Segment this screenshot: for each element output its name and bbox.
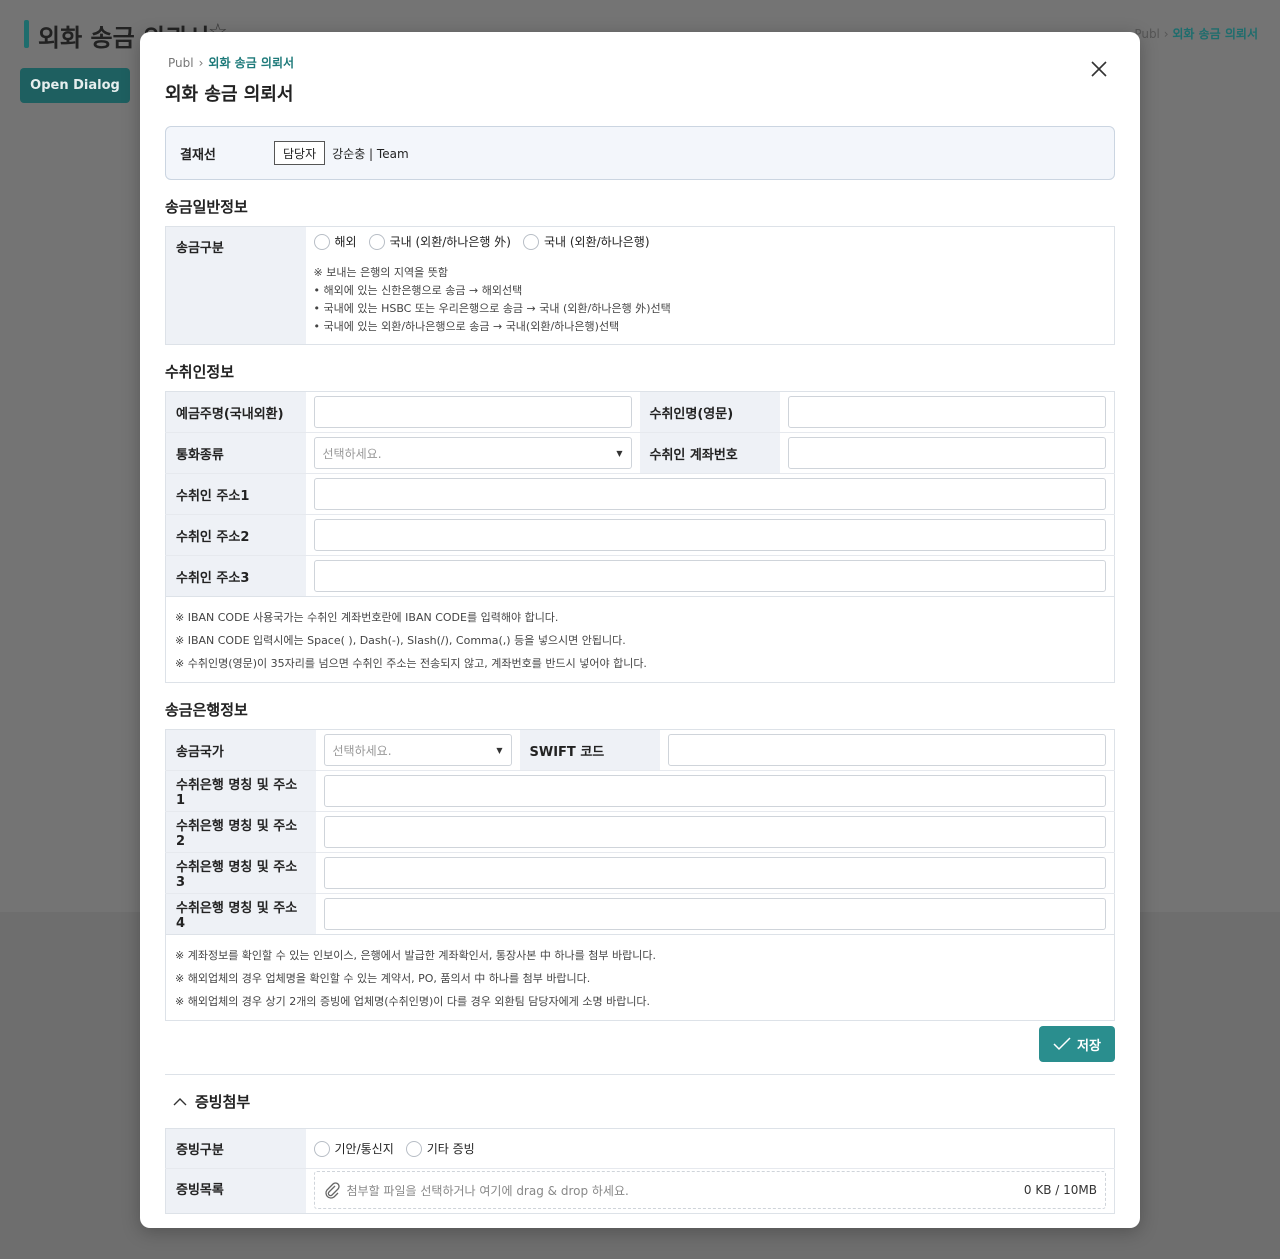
approver-name: 강순충 | Team [332, 146, 409, 161]
address2-label: 수취인 주소2 [165, 514, 306, 556]
dialog-title: 외화 송금 의뢰서 [165, 84, 294, 105]
radio-label: 해외 [334, 235, 357, 249]
depositor-label: 예금주명(국내외환) [165, 391, 306, 433]
bank-notes: ※ 계좌정보를 확인할 수 있는 인보이스, 은행에서 발급한 계좌확인서, 통… [165, 935, 1115, 1021]
address1-input[interactable] [313, 478, 1106, 510]
open-dialog-button[interactable]: Open Dialog [20, 68, 130, 103]
bank1-input[interactable] [323, 775, 1106, 807]
bank2-input[interactable] [323, 816, 1106, 848]
title-accent-bar [24, 20, 29, 48]
remittance-dialog: Publ › 외화 송금 의뢰서 외화 송금 의뢰서 결재선 담당자 강순충 | T… [140, 32, 1140, 1228]
note-line: ※ 해외업체의 경우 상기 2개의 증빙에 업체명(수취인명)이 다를 경우 외… [175, 995, 651, 1008]
general-info-table: 송금구분 해외 국내 (외환/하나은행 外) 국내 (외환/하나은행) ※ 보내… [165, 226, 1115, 345]
section-title-attachments: 증빙첨부 [195, 1093, 251, 1111]
recipient-notes: ※ IBAN CODE 사용국가는 수취인 계좌번호란에 IBAN CODE를 … [165, 597, 1115, 683]
check-icon [1053, 1037, 1071, 1051]
currency-select[interactable]: 선택하세요. ▼ [313, 437, 632, 469]
radio-label: 국내 (외환/하나은행 外) [389, 235, 511, 249]
radio-label: 기타 증빙 [426, 1142, 475, 1156]
note-line: • 해외에 있는 신한은행으로 송금 → 해외선택 [313, 284, 523, 297]
note-line: ※ IBAN CODE 사용국가는 수취인 계좌번호란에 IBAN CODE를 … [175, 611, 559, 624]
country-select[interactable]: 선택하세요. ▼ [323, 734, 512, 766]
address3-input[interactable] [313, 560, 1106, 592]
dropzone-hint: 첨부할 파일을 선택하거나 여기에 drag & drop 하세요. [346, 1183, 629, 1198]
note-line: ※ IBAN CODE 입력시에는 Space( ), Dash(-), Sla… [175, 634, 626, 647]
bank3-label: 수취은행 명칭 및 주소3 [165, 852, 316, 894]
address3-label: 수취인 주소3 [165, 555, 306, 597]
note-line: ※ 보내는 은행의 지역을 뜻함 [313, 266, 449, 279]
radio-circle[interactable] [522, 233, 539, 250]
approval-line-box: 결재선 담당자 강순충 | Team [165, 126, 1115, 180]
radio-other-proof[interactable]: 기타 증빙 [405, 1140, 475, 1157]
dialog-breadcrumb: Publ › 외화 송금 의뢰서 [168, 54, 294, 71]
section-title-general: 송금일반정보 [165, 198, 248, 216]
radio-label: 국내 (외환/하나은행) [543, 235, 650, 249]
remit-type-notes: ※ 보내는 은행의 지역을 뜻함 • 해외에 있는 신한은행으로 송금 → 해외… [314, 264, 1107, 336]
approval-line-label: 결재선 [180, 147, 216, 163]
radio-label: 기안/통신지 [334, 1142, 394, 1156]
bank-info-table: 송금국가 선택하세요. ▼ SWIFT 코드 수취은행 명칭 및 주소1 수취은… [165, 729, 1115, 935]
section-title-bank: 송금은행정보 [165, 701, 248, 719]
attachment-type-label: 증빙구분 [165, 1128, 306, 1169]
currency-select-placeholder: 선택하세요. [322, 446, 382, 461]
breadcrumb-chevron-icon: › [198, 56, 204, 70]
caret-down-icon: ▼ [616, 448, 623, 458]
note-line: ※ 수취인명(영문)이 35자리를 넘으면 수취인 주소는 전송되지 않고, 계… [175, 657, 647, 670]
note-line: ※ 계좌정보를 확인할 수 있는 인보이스, 은행에서 발급한 계좌확인서, 통… [175, 949, 656, 962]
remit-type-label: 송금구분 [165, 226, 306, 345]
chevron-up-icon[interactable] [173, 1097, 187, 1107]
bank1-label: 수취은행 명칭 및 주소1 [165, 770, 316, 812]
recipient-info-table: 예금주명(국내외환) 수취인명(영문) 통화종류 선택하세요. ▼ 수취인 계좌… [165, 391, 1115, 597]
radio-circle[interactable] [405, 1140, 422, 1157]
address2-input[interactable] [313, 519, 1106, 551]
save-button[interactable]: 저장 [1039, 1026, 1115, 1062]
address1-label: 수취인 주소1 [165, 473, 306, 515]
country-label: 송금국가 [165, 729, 316, 771]
swift-label: SWIFT 코드 [519, 729, 660, 771]
radio-overseas[interactable]: 해외 [313, 233, 357, 250]
attachment-type-radio-group: 기안/통신지 기타 증빙 [313, 1140, 1107, 1157]
radio-circle[interactable] [313, 233, 330, 250]
close-icon[interactable] [1088, 58, 1110, 80]
approval-role-badge: 담당자 [274, 141, 326, 165]
note-line: ※ 해외업체의 경우 업체명을 확인할 수 있는 계약서, PO, 품의서 中 … [175, 972, 591, 985]
account-label: 수취인 계좌번호 [639, 432, 780, 474]
save-row: 저장 [165, 1026, 1115, 1062]
radio-draft-letter[interactable]: 기안/통신지 [313, 1140, 394, 1157]
section-title-recipient: 수취인정보 [165, 363, 235, 381]
currency-label: 통화종류 [165, 432, 306, 474]
caret-down-icon: ▼ [496, 745, 503, 755]
paperclip-icon [324, 1182, 340, 1199]
radio-domestic-other[interactable]: 국내 (외환/하나은행 外) [368, 233, 511, 250]
radio-domestic-hana[interactable]: 국내 (외환/하나은행) [522, 233, 650, 250]
section-divider [165, 1074, 1115, 1075]
name-en-input[interactable] [787, 396, 1106, 428]
attachments-header[interactable]: 증빙첨부 [173, 1091, 1115, 1112]
swift-input[interactable] [667, 734, 1106, 766]
bank3-input[interactable] [323, 857, 1106, 889]
breadcrumb-current: 외화 송금 의뢰서 [1172, 27, 1258, 41]
save-button-label: 저장 [1077, 1038, 1101, 1054]
depositor-input[interactable] [313, 396, 632, 428]
remit-type-radio-group: 해외 국내 (외환/하나은행 外) 국내 (외환/하나은행) [313, 233, 1107, 250]
note-line: • 국내에 있는 HSBC 또는 우리은행으로 송금 → 국내 (외환/하나은행… [313, 302, 671, 315]
file-size-indicator: 0 KB / 10MB [1023, 1183, 1097, 1197]
page-breadcrumb: Publ › 외화 송금 의뢰서 [1134, 25, 1258, 42]
dialog-content: 결재선 담당자 강순충 | Team 송금일반정보 송금구분 해외 국내 (외환… [165, 126, 1115, 1214]
bank2-label: 수취은행 명칭 및 주소2 [165, 811, 316, 853]
country-select-placeholder: 선택하세요. [332, 743, 392, 758]
dialog-breadcrumb-current: 외화 송금 의뢰서 [208, 56, 295, 70]
account-input[interactable] [787, 437, 1106, 469]
attachments-table: 증빙구분 기안/통신지 기타 증빙 증빙목록 첨부할 파일을 선택하거나 여기에… [165, 1128, 1115, 1214]
radio-circle[interactable] [313, 1140, 330, 1157]
note-line: • 국내에 있는 외환/하나은행으로 송금 → 국내(외환/하나은행)선택 [313, 320, 620, 333]
bank4-label: 수취은행 명칭 및 주소4 [165, 893, 316, 935]
radio-circle[interactable] [368, 233, 385, 250]
dialog-breadcrumb-root[interactable]: Publ [168, 56, 194, 70]
bank4-input[interactable] [323, 898, 1106, 930]
attachment-list-label: 증빙목록 [165, 1168, 306, 1214]
file-dropzone[interactable]: 첨부할 파일을 선택하거나 여기에 drag & drop 하세요. 0 KB … [313, 1171, 1106, 1209]
name-en-label: 수취인명(영문) [639, 391, 780, 433]
